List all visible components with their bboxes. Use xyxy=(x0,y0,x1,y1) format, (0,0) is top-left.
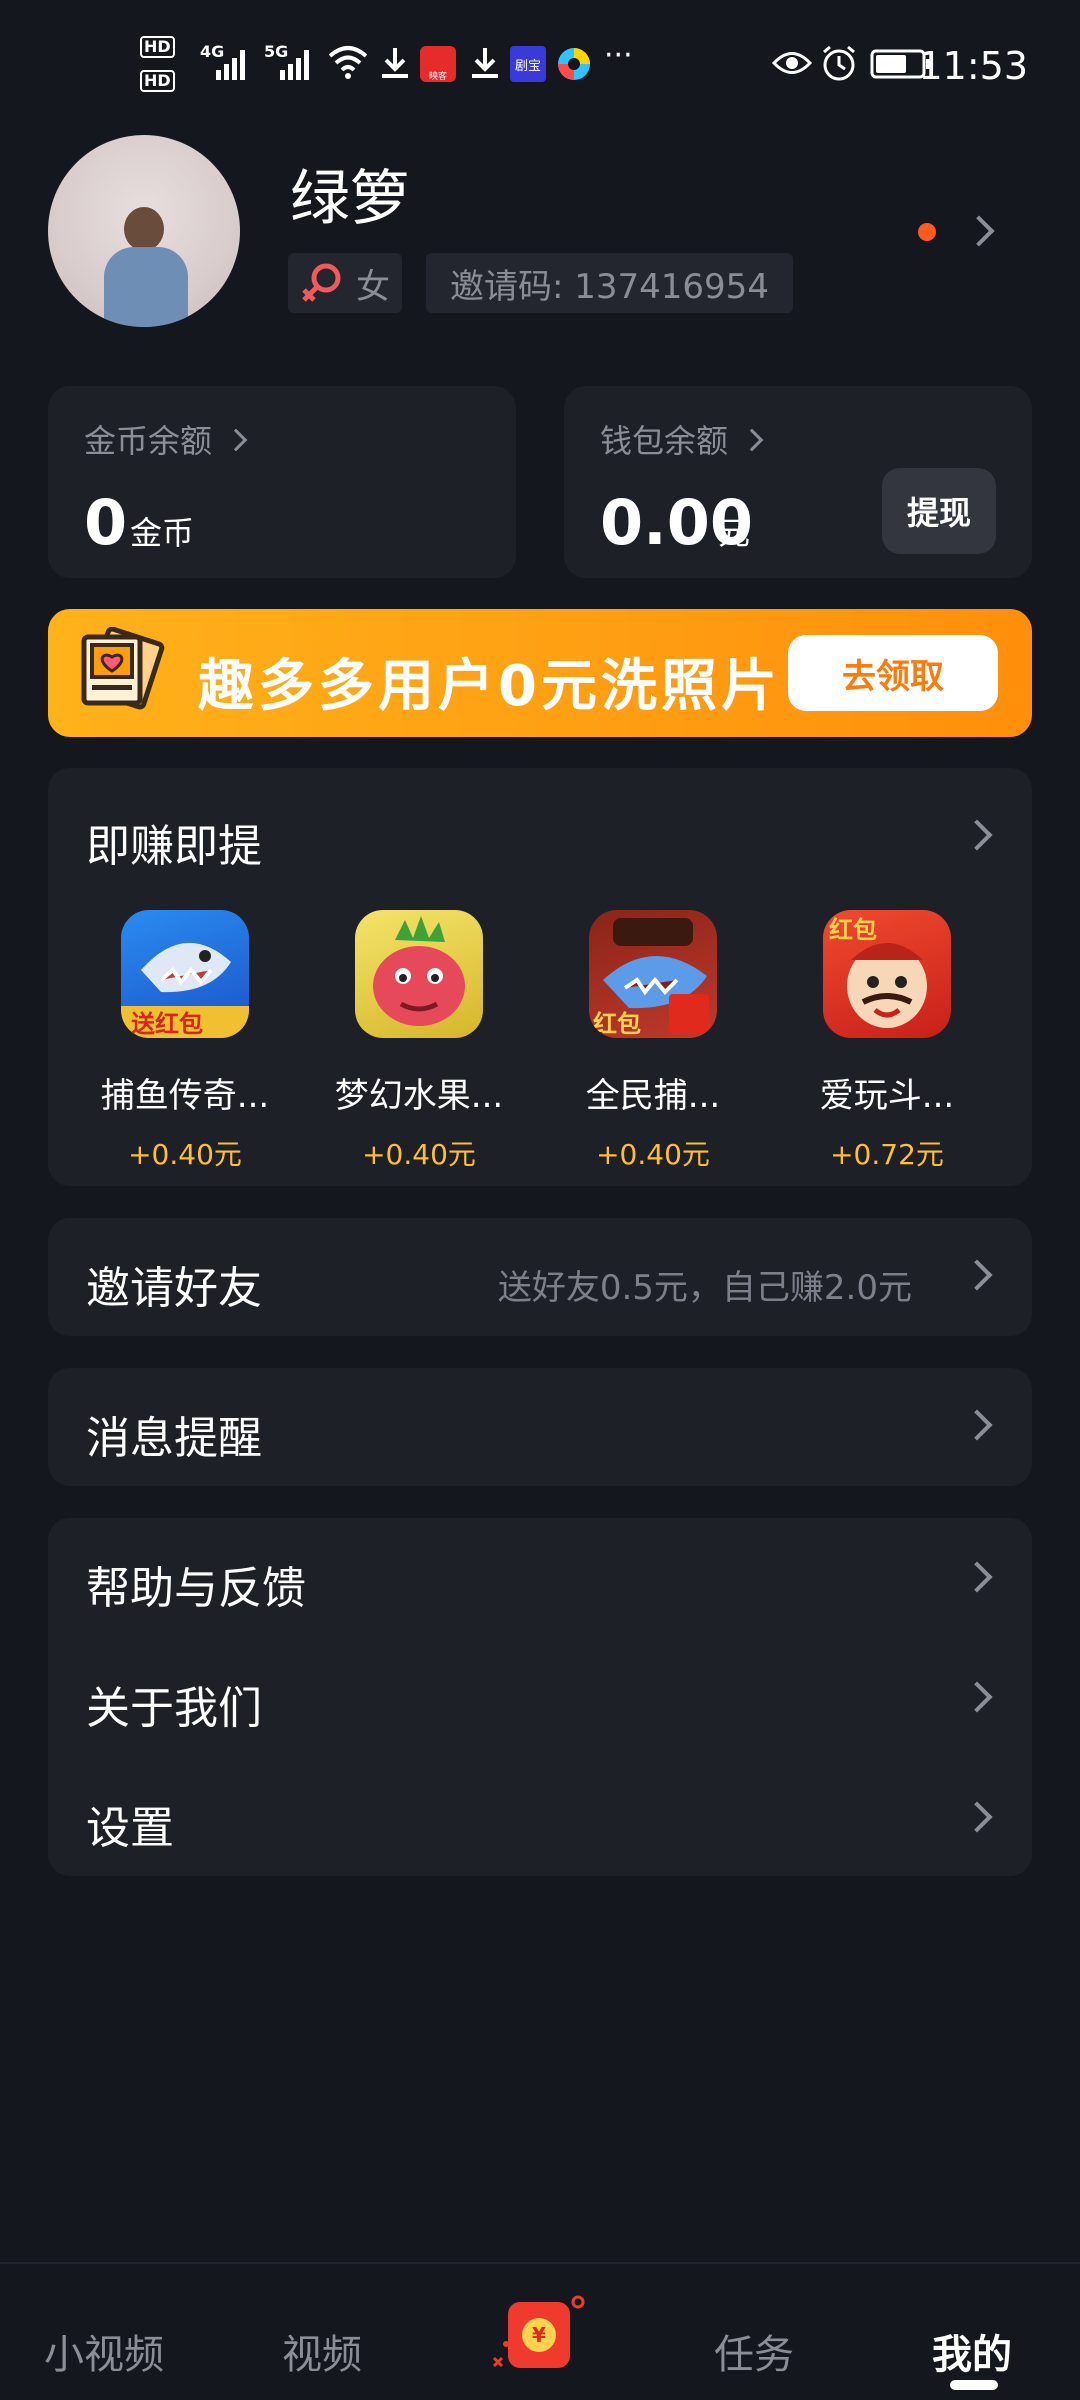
earn-section: 即赚即提 送红包 捕鱼传奇... +0.40元 梦幻水果... +0.40元 红… xyxy=(48,768,1032,1186)
about-us-label: 关于我们 xyxy=(86,1683,262,1734)
nav-short-video[interactable]: 小视频 xyxy=(44,2322,164,2380)
download-icon xyxy=(382,48,408,78)
wifi-icon xyxy=(328,46,368,79)
nav-task[interactable]: 任务 xyxy=(714,2322,794,2380)
claim-button[interactable]: 去领取 xyxy=(788,635,998,711)
eye-icon xyxy=(772,52,812,74)
shark-game-icon: 红包 xyxy=(589,910,717,1038)
coin-balance-card[interactable]: 金币余额 0 金币 xyxy=(48,386,516,578)
chevron-right-icon xyxy=(961,1409,993,1441)
app-name: 爱玩斗... xyxy=(819,1076,955,1116)
coin-balance-value: 0 xyxy=(84,486,128,559)
chevron-right-icon xyxy=(961,1681,993,1713)
gender-tag: 女 xyxy=(288,253,402,313)
message-reminder-label: 消息提醒 xyxy=(86,1413,262,1464)
wallet-balance-title: 钱包余额 xyxy=(600,416,764,462)
app-item-fishing-legend[interactable]: 送红包 捕鱼传奇... +0.40元 xyxy=(80,910,290,1173)
username: 绿箩 xyxy=(290,164,410,234)
chevron-right-icon xyxy=(961,1259,993,1291)
active-tab-indicator xyxy=(950,2380,998,2390)
earn-chevron-icon[interactable] xyxy=(961,819,993,851)
svg-text:送红包: 送红包 xyxy=(131,1010,203,1038)
more-notifications: ··· xyxy=(604,38,633,73)
status-bar: HD HD 4G 5G 映客 剧宝 ··· 11:53 xyxy=(0,0,1080,130)
app-item-fantasy-fruit[interactable]: 梦幻水果... +0.40元 xyxy=(314,910,524,1173)
help-feedback-label: 帮助与反馈 xyxy=(86,1563,306,1614)
chevron-right-icon xyxy=(740,428,764,452)
app-reward: +0.72元 xyxy=(830,1138,944,1171)
coin-unit: 金币 xyxy=(130,514,195,552)
invite-friends-row[interactable]: 邀请好友 送好友0.5元，自己赚2.0元 xyxy=(48,1218,1032,1336)
avatar[interactable] xyxy=(48,135,240,327)
banner-text: 趣多多用户0元洗照片 xyxy=(198,654,781,719)
app-item-all-fishing[interactable]: 红包 全民捕... +0.40元 xyxy=(548,910,758,1173)
profile-chevron-icon[interactable] xyxy=(963,215,995,247)
app-name: 捕鱼传奇... xyxy=(100,1076,270,1116)
chevron-right-icon xyxy=(961,1561,993,1593)
nav-mine[interactable]: 我的 xyxy=(932,2322,1012,2380)
app-logo-icon xyxy=(558,48,590,80)
chevron-right-icon xyxy=(224,428,248,452)
poker-game-icon: 红包 xyxy=(823,910,951,1038)
help-feedback-row[interactable]: 帮助与反馈 xyxy=(48,1518,1032,1638)
gender-label: 女 xyxy=(356,266,390,307)
svg-text:红包: 红包 xyxy=(829,916,877,944)
coin-balance-title: 金币余额 xyxy=(84,416,248,462)
invite-friends-label: 邀请好友 xyxy=(86,1263,262,1314)
invite-code[interactable]: 邀请码: 137416954 xyxy=(426,253,793,313)
wallet-unit: 元 xyxy=(718,514,751,552)
nav-video[interactable]: 视频 xyxy=(282,2322,362,2380)
promo-banner[interactable]: 趣多多用户0元洗照片 去领取 xyxy=(48,609,1032,737)
hd-indicator-2: HD xyxy=(140,70,175,92)
bottom-nav: 小视频 视频 ¥ 任务 我的 xyxy=(0,2262,1080,2400)
app-item-love-play[interactable]: 红包 爱玩斗... +0.72元 xyxy=(782,910,992,1173)
clock: 11:53 xyxy=(918,44,1028,88)
fruit-game-icon xyxy=(355,910,483,1038)
misc-menu-card: 帮助与反馈 关于我们 设置 xyxy=(48,1518,1032,1876)
female-icon xyxy=(302,263,341,302)
sparkle-icon xyxy=(492,2295,585,2368)
signal-icon-2 xyxy=(280,50,309,80)
withdraw-button[interactable]: 提现 xyxy=(882,468,996,554)
app-reward: +0.40元 xyxy=(128,1138,242,1171)
earn-section-title: 即赚即提 xyxy=(86,821,262,872)
fishing-game-icon: 送红包 xyxy=(121,910,249,1038)
app-name: 梦幻水果... xyxy=(334,1076,504,1116)
app-notification-icon: 映客 xyxy=(420,46,456,82)
app-reward: +0.40元 xyxy=(362,1138,476,1171)
signal-icon xyxy=(216,50,245,80)
app-name: 全民捕... xyxy=(585,1076,721,1116)
chevron-right-icon xyxy=(961,1801,993,1833)
invite-friends-subtitle: 送好友0.5元，自己赚2.0元 xyxy=(497,1268,912,1308)
notification-dot xyxy=(918,223,936,241)
about-us-row[interactable]: 关于我们 xyxy=(48,1638,1032,1758)
wallet-balance-card[interactable]: 钱包余额 0.00 元 提现 xyxy=(564,386,1032,578)
settings-row[interactable]: 设置 xyxy=(48,1758,1032,1876)
photo-frame-icon xyxy=(81,627,165,710)
hd-indicator-1: HD xyxy=(140,36,175,58)
download-icon-2 xyxy=(472,48,498,78)
app-notification-icon-2: 剧宝 xyxy=(510,46,546,82)
app-reward: +0.40元 xyxy=(596,1138,710,1171)
alarm-icon xyxy=(823,45,855,81)
message-reminder-row[interactable]: 消息提醒 xyxy=(48,1368,1032,1486)
svg-text:红包: 红包 xyxy=(593,1010,641,1038)
settings-label: 设置 xyxy=(86,1803,174,1854)
